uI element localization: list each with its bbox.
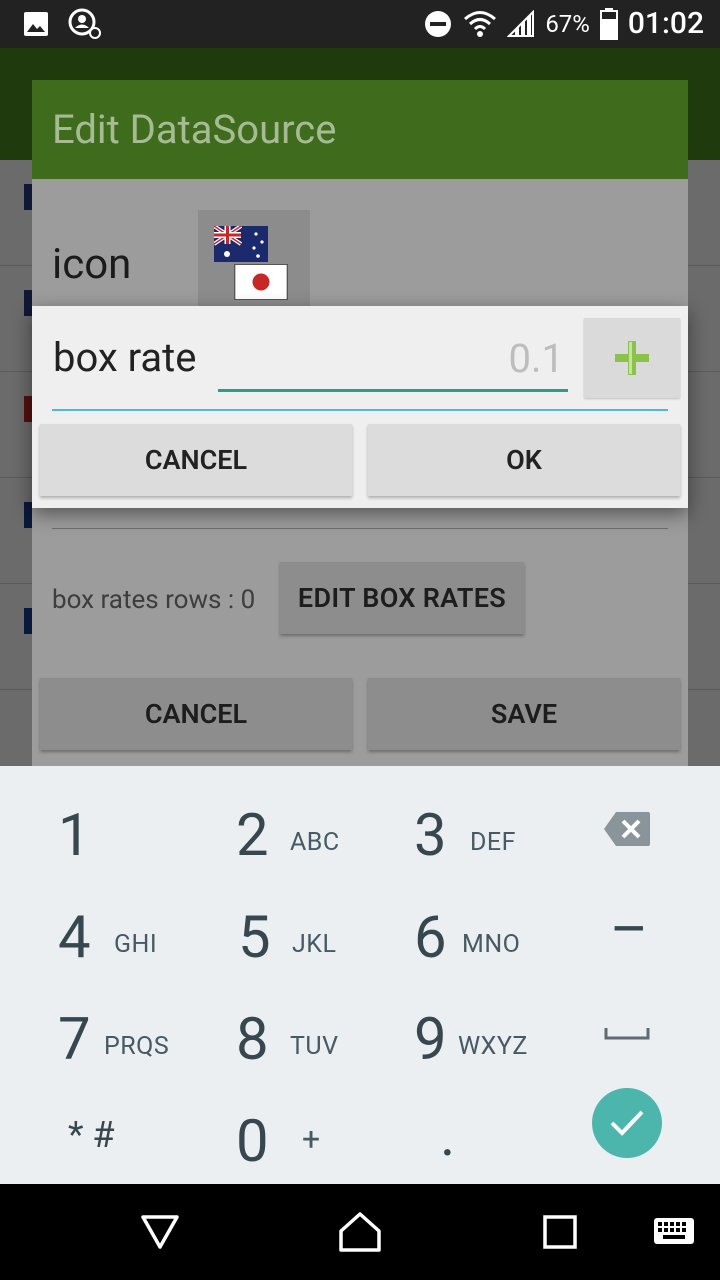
key-digit: 9 [414,1006,447,1074]
divider [52,409,668,411]
key-digit: 7 [58,1006,91,1074]
image-icon [24,12,48,36]
backspace-icon [604,812,650,846]
key-digit: 3 [414,802,447,870]
icon-label: icon [52,240,132,289]
account-icon [68,8,101,39]
key-1[interactable]: 1 [0,778,180,880]
key-7[interactable]: 7 PRQS [0,982,180,1084]
key-9[interactable]: 9 WXYZ [360,982,540,1084]
key-digit: * # [68,1114,115,1156]
home-icon [339,1212,381,1252]
box-rate-dialog: box rate 0.1 CANCEL OK [32,306,688,508]
recents-icon [543,1215,577,1249]
wifi-icon [464,10,497,37]
key-letters: + [302,1120,321,1158]
back-icon [141,1215,179,1249]
key-letters: WXYZ [458,1032,528,1061]
key-digit: 4 [58,904,91,972]
back-button[interactable] [130,1208,190,1256]
datasource-icon-button[interactable] [198,210,310,310]
status-bar: 67% 01:02 [0,0,720,48]
backspace-key[interactable] [540,778,720,880]
key-3[interactable]: 3 DEF [360,778,540,880]
key-digit: 1 [58,802,91,870]
done-button[interactable] [592,1088,662,1158]
keyboard-switch-button[interactable] [644,1208,704,1256]
cancel-button[interactable]: CANCEL [40,678,352,750]
key-letters: TUV [290,1032,339,1061]
period-key[interactable]: . [360,1084,540,1186]
keyboard-icon [654,1218,694,1244]
key-letters: GHI [114,930,158,959]
key-letters: PRQS [104,1032,170,1061]
key-digit: 6 [414,904,447,972]
key-digit: 0 [236,1108,269,1176]
ok-button[interactable]: OK [368,424,680,496]
recents-button[interactable] [530,1208,590,1256]
key-6[interactable]: 6 MNO [360,880,540,982]
key-5[interactable]: 5 JKL [180,880,360,982]
australia-flag-icon [214,226,268,262]
key-0[interactable]: 0 + [180,1084,360,1186]
numeric-keyboard: 1 2 ABC 3 DEF 4 GHI 5 JKL 6 MNO – 7 PRQS… [0,766,720,1184]
box-rate-input[interactable]: 0.1 [218,328,568,392]
plus-icon [615,341,649,375]
key-4[interactable]: 4 GHI [0,880,180,982]
clock: 01:02 [627,6,704,41]
key-2[interactable]: 2 ABC [180,778,360,880]
battery-icon [599,7,618,40]
divider [52,528,668,529]
edit-box-rates-button[interactable]: EDIT BOX RATES [280,562,524,634]
check-icon [610,1110,644,1136]
key-digit: . [440,1102,456,1170]
key-digit: – [610,896,649,964]
cell-signal-icon [507,9,535,37]
space-key[interactable] [540,982,720,1084]
minus-key[interactable]: – [540,880,720,982]
cancel-button[interactable]: CANCEL [40,424,352,496]
save-button[interactable]: SAVE [368,678,680,750]
space-icon [604,1028,650,1040]
key-digit: 8 [236,1006,269,1074]
navigation-bar [0,1184,720,1280]
key-digit: 2 [236,802,269,870]
key-digit: 5 [238,904,271,972]
do-not-disturb-icon [425,10,452,37]
home-button[interactable] [330,1208,390,1256]
box-rates-rows-label: box rates rows : 0 [52,585,256,615]
japan-flag-icon [234,264,288,300]
dialog-title: Edit DataSource [52,106,337,153]
key-8[interactable]: 8 TUV [180,982,360,1084]
key-letters: ABC [290,828,340,857]
box-rate-label: box rate [53,334,197,381]
key-star-hash[interactable]: * # [0,1084,180,1186]
key-letters: DEF [470,828,516,857]
dialog-title-bar: Edit DataSource [32,80,688,179]
battery-percent: 67% [545,9,590,38]
key-letters: JKL [292,930,337,959]
key-letters: MNO [462,930,521,959]
add-button[interactable] [584,318,680,398]
